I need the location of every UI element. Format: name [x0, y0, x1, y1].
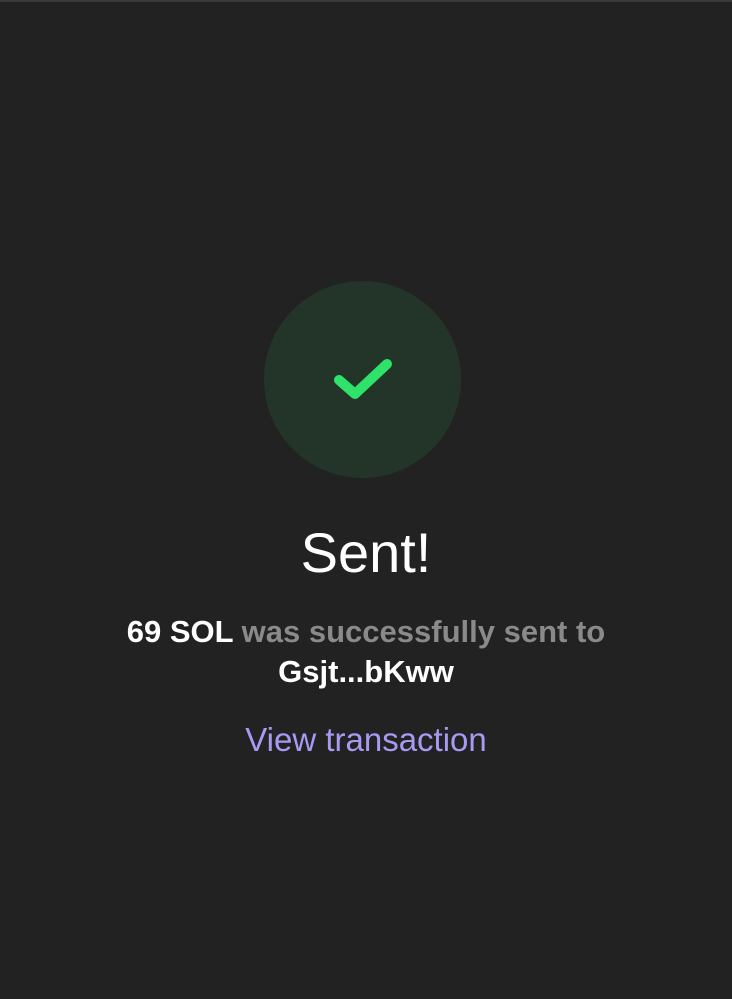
success-circle: [264, 281, 461, 478]
page-title: Sent!: [300, 521, 432, 584]
message-text: was successfully sent to: [241, 614, 606, 649]
top-border: [0, 0, 732, 2]
checkmark-icon: [333, 358, 392, 399]
amount-text: 69 SOL: [126, 614, 234, 649]
success-message: 69 SOL was successfully sent to: [0, 612, 732, 652]
view-transaction-link[interactable]: View transaction: [0, 719, 732, 761]
recipient-address: Gsjt...bKww: [278, 654, 454, 689]
